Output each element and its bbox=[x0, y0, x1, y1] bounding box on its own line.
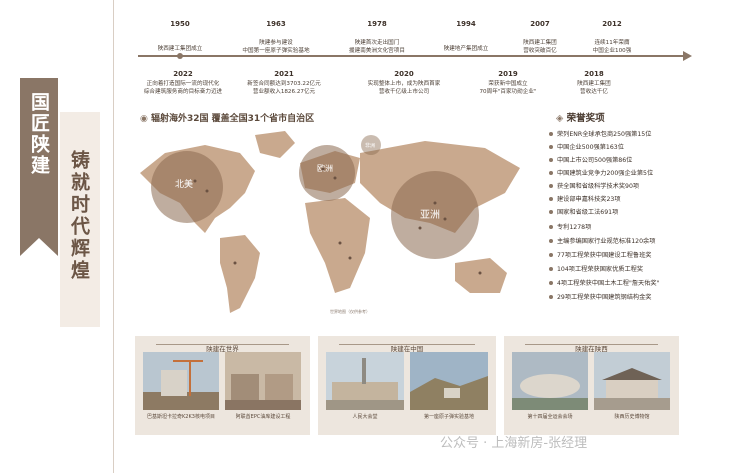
caption-great-hall: 人民大会堂 bbox=[352, 414, 378, 420]
label-europe: 欧洲 bbox=[317, 163, 333, 173]
label-africa: 非洲 bbox=[365, 142, 375, 149]
vertical-title-secondary: 铸就时代辉煌 bbox=[68, 150, 90, 282]
timeline-text-1963: 陕建参与建设 中国第一座原子弹实验基地 bbox=[242, 40, 310, 54]
world-map: 北美 欧洲 亚洲 非洲 bbox=[140, 131, 520, 313]
photo-uae-oil-depot bbox=[225, 352, 301, 410]
timeline-text-2019: 荣获新中国成立 70周年"百家功勋企业" bbox=[479, 81, 537, 95]
caption-museum: 陕西历史博物馆 bbox=[614, 414, 650, 420]
south-america-shape bbox=[220, 235, 260, 313]
honor-item: 4项工程荣获中国土木工程"詹天佑奖" bbox=[549, 278, 659, 289]
panel-world: 陕建在世界 巴基斯坦卡拉奇K2K3核电项目 阿联酋EPC油库建设工程 bbox=[135, 336, 310, 435]
timeline-year-2007: 2007 bbox=[530, 20, 550, 28]
award-icon: ◈ bbox=[556, 113, 567, 124]
panel-world-header: 陕建在世界 bbox=[135, 336, 310, 353]
caption-nuclear-base: 第一座原子弹实验基地 bbox=[423, 414, 474, 420]
timeline-text-2022: 正向着打造国际一流的现代化 综合建筑服务商的目标奋力迈进 bbox=[143, 81, 223, 95]
honor-item: 荣列ENR全球承包商250强第15位 bbox=[549, 129, 651, 140]
photo-karachi-nuclear bbox=[143, 352, 219, 410]
africa-shape bbox=[305, 198, 370, 293]
honor-item: 获全国和省级科学技术奖90项 bbox=[549, 181, 639, 192]
caption-uae: 阿联酋EPC油库建设工程 bbox=[235, 414, 291, 420]
timeline-year-1950: 1950 bbox=[170, 20, 190, 28]
timeline-year-2021: 2021 bbox=[274, 70, 294, 78]
caption-karachi: 巴基斯坦卡拉奇K2K3核电项目 bbox=[147, 414, 215, 420]
timeline-year-2020: 2020 bbox=[394, 70, 414, 78]
label-north-america: 北美 bbox=[175, 178, 193, 190]
honor-item: 29项工程荣获中国建筑钢结构金奖 bbox=[549, 292, 652, 303]
timeline-year-2018: 2018 bbox=[584, 70, 604, 78]
honor-item: 中国上市公司500强第86位 bbox=[549, 155, 632, 166]
timeline-text-2021: 新签合同额达到3703.22亿元 营业额收入1826.27亿元 bbox=[247, 81, 321, 95]
timeline-text-2018: 陕西建工集团 营收达千亿 bbox=[577, 81, 611, 95]
timeline-text-1950: 陕西建工集团成立 bbox=[157, 46, 203, 52]
honor-item: 77项工程荣获中国建设工程鲁班奖 bbox=[549, 250, 652, 261]
timeline-arrow-icon bbox=[683, 51, 692, 61]
honor-item: 建设部申嘉科技奖23项 bbox=[549, 194, 621, 205]
panel-china-header: 陕建在中国 bbox=[318, 336, 496, 353]
vertical-title-primary: 国匠陕建 bbox=[28, 92, 50, 176]
timeline-year-1994: 1994 bbox=[456, 20, 476, 28]
honor-item: 主编参编国家行业规范标准120余项 bbox=[549, 236, 655, 247]
honor-item: 中国建筑业竞争力200强企业第5位 bbox=[549, 168, 653, 179]
photo-national-games-venue bbox=[512, 352, 588, 410]
map-note: 世界地图（仅供参考） bbox=[330, 309, 370, 314]
photo-nuclear-base bbox=[410, 352, 488, 410]
panel-shaanxi-header: 陕建在陕西 bbox=[504, 336, 679, 353]
timeline-year-2012: 2012 bbox=[602, 20, 622, 28]
timeline-text-1978: 陕建首次走出国门 援建南美洲文化宫项目 bbox=[349, 40, 405, 54]
timeline-year-2019: 2019 bbox=[498, 70, 518, 78]
honor-item: 104项工程荣获国家优质工程奖 bbox=[549, 264, 643, 275]
panel-china: 陕建在中国 人民大会堂 第一座原子弹实验基地 bbox=[318, 336, 496, 435]
timeline-axis bbox=[138, 55, 683, 57]
honor-item: 国家和省级工法691项 bbox=[549, 207, 618, 218]
timeline-year-1978: 1978 bbox=[367, 20, 387, 28]
photo-shaanxi-museum bbox=[594, 352, 670, 410]
photo-great-hall bbox=[326, 352, 404, 410]
greenland-shape bbox=[255, 131, 295, 158]
timeline-year-2022: 2022 bbox=[173, 70, 193, 78]
divider-line bbox=[113, 0, 114, 473]
europe-bubble bbox=[299, 145, 355, 201]
watermark-sub: 搜狐号@搜狐焦点杭州站 bbox=[563, 451, 696, 465]
label-asia: 亚洲 bbox=[420, 209, 440, 221]
australia-shape bbox=[455, 258, 507, 293]
timeline-text-2012: 连续11年荣膺 中国企业100强 bbox=[592, 40, 632, 54]
honor-item: 专利1278项 bbox=[549, 222, 591, 233]
honors-title: ◈ 荣誉奖项 bbox=[556, 113, 605, 124]
timeline-dot bbox=[177, 53, 183, 59]
timeline-year-1963: 1963 bbox=[266, 20, 286, 28]
panel-shaanxi: 陕建在陕西 第十四届全运会会场 陕西历史博物馆 bbox=[504, 336, 679, 435]
timeline-text-2020: 实现整体上市，成为陕西首家 营收千亿级上市公司 bbox=[367, 81, 441, 95]
honor-item: 中国企业500强第163位 bbox=[549, 142, 624, 153]
caption-national-games: 第十四届全运会会场 bbox=[527, 414, 573, 420]
